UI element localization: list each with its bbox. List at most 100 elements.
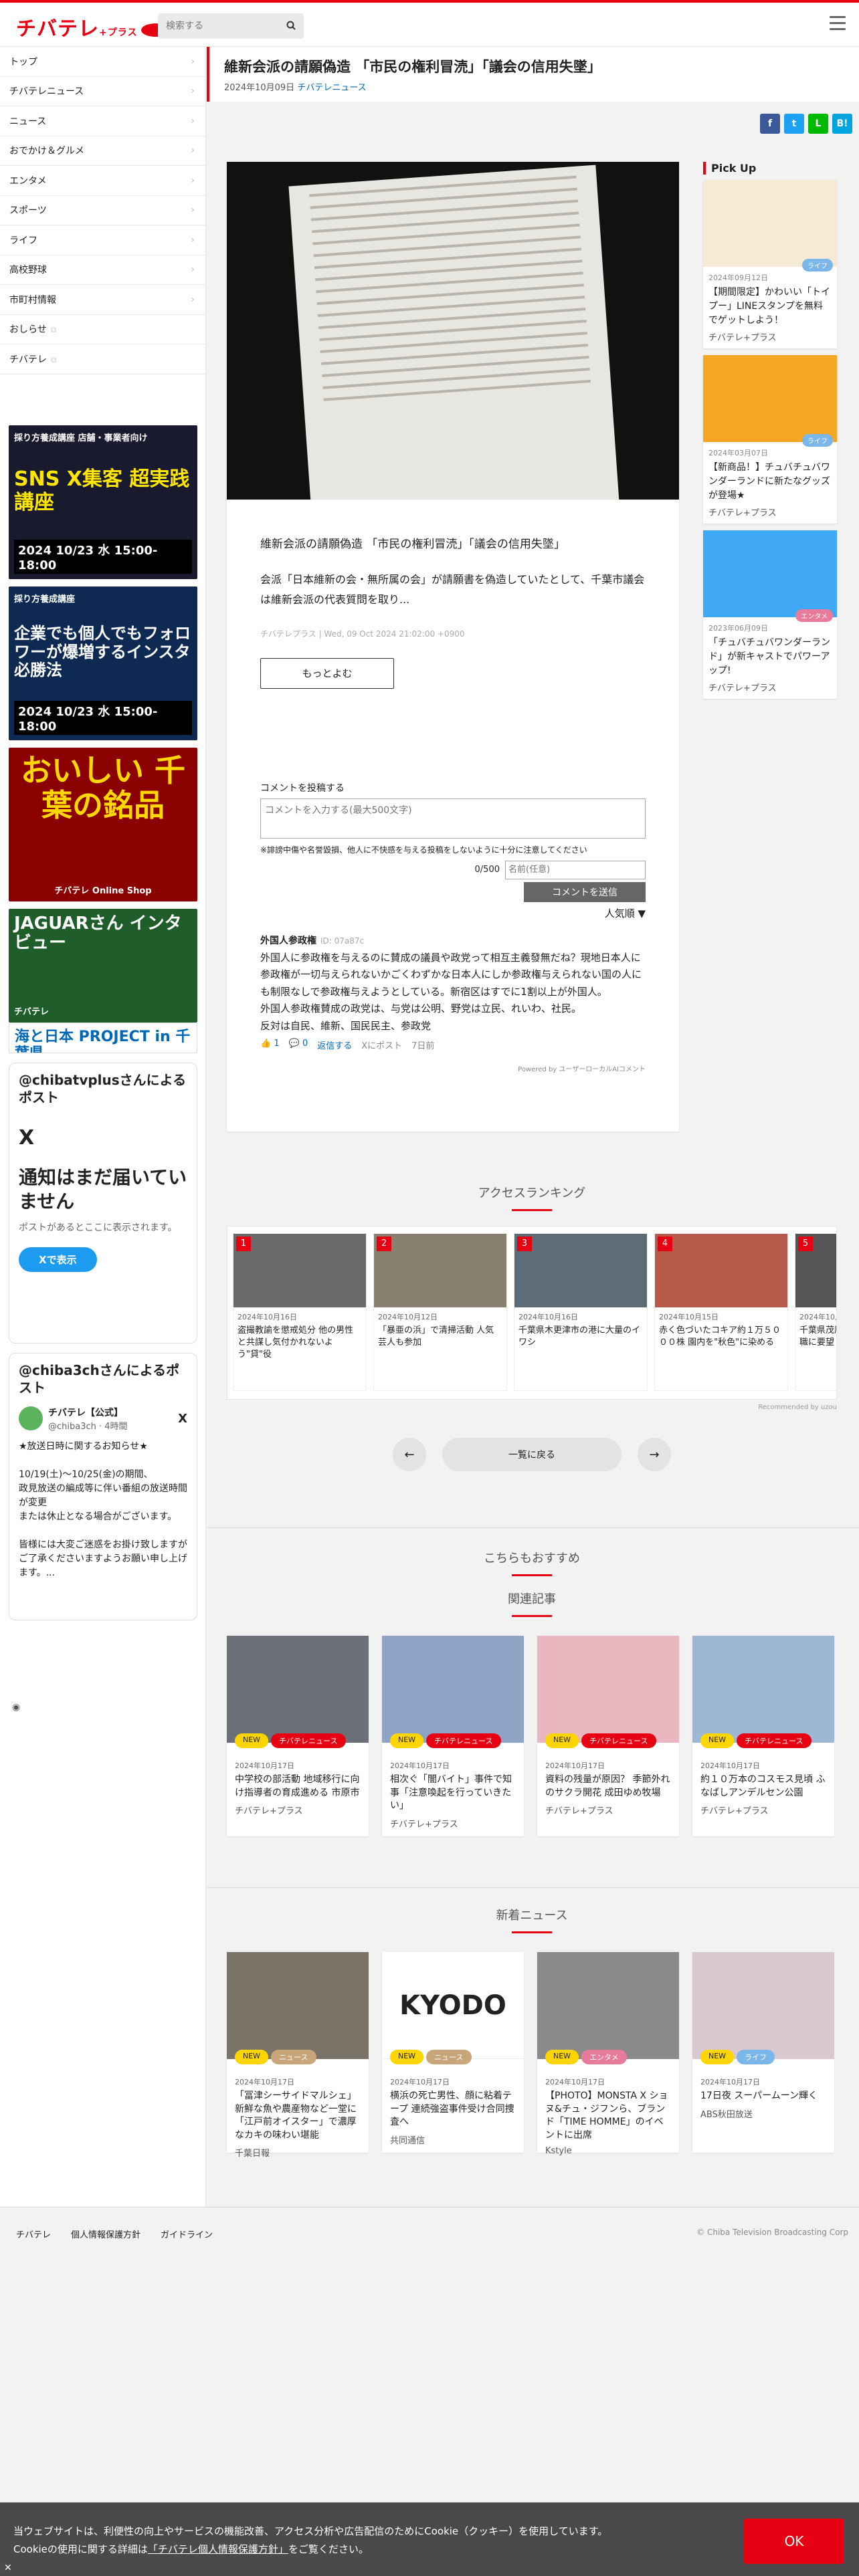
comment-input[interactable] (260, 798, 646, 839)
article-body-title: 維新会派の請願偽造 「市民の権利冒涜」「議会の信用失墜」 (260, 538, 565, 551)
sidebar-item-news[interactable]: ニュース › (0, 106, 205, 136)
read-more-button[interactable]: もっとよむ (260, 657, 394, 689)
banner-sns-x[interactable]: 採り方養成講座 店舗・事業者向け SNS X集客 超実践講座 2024 10/2… (9, 425, 197, 579)
reply-button[interactable]: 返信する (317, 1039, 352, 1051)
category-badge: エンタメ (795, 609, 833, 622)
name-input[interactable] (505, 860, 646, 879)
related-card[interactable]: NEW チバテレニュース 2024年10月17日 相次ぐ「闇バイト」事件で知事「注意喚… (382, 1636, 524, 1836)
prev-article-button[interactable]: ← (393, 1438, 426, 1471)
footer-link-guideline[interactable]: ガイドライン (161, 2228, 213, 2240)
sidebar-item-life[interactable]: ライフ › (0, 225, 205, 255)
ranking-item[interactable]: 4 2024年10月15日 赤く色づいたコキア約１万５０００株 園内を"秋色"に染め… (654, 1233, 788, 1391)
next-article-button[interactable]: → (638, 1438, 671, 1471)
search-icon[interactable] (286, 21, 296, 30)
banner-online-shop[interactable]: おいしい 千葉の銘品 チバテレ Online Shop (9, 747, 197, 901)
good-button[interactable]: 👍 1 (260, 1039, 280, 1051)
pickup-item[interactable]: ライフ 2024年09月12日 【期間限定】かわいい「トイプー」LINEスタンプ… (703, 180, 837, 348)
comment-time: 7日前 (411, 1041, 435, 1052)
reply-count[interactable]: 💬 0 (289, 1039, 308, 1051)
search-box (158, 13, 304, 39)
chevron-right-icon: › (191, 294, 195, 305)
sidebar-nav: トップ › チバテレニュース › ニュース › おでかけ＆グルメ › エンタメ › スポー… (0, 47, 205, 374)
article-photo[interactable] (227, 162, 679, 500)
latest-title: 新着ニュース (227, 1906, 837, 1933)
privacy-policy-link[interactable]: 「チバテレ個人情報保護方針」 (148, 2543, 288, 2555)
source-link[interactable]: チバテレニュース (297, 83, 366, 93)
recommend-title: こちらもおすすめ (227, 1549, 837, 1576)
cookie-ok-button[interactable]: OK (744, 2518, 844, 2564)
search-input[interactable] (158, 13, 278, 39)
sidebar-item-entame[interactable]: エンタメ › (0, 166, 205, 196)
rss-icon[interactable]: ◉ (12, 1702, 20, 1713)
tweet-author[interactable]: チバテレ【公式】 (48, 1406, 128, 1419)
external-link-icon: ⧉ (51, 354, 57, 364)
ranking-item[interactable]: 3 2024年10月16日 千葉県木更津市の港に大量のイワシ (514, 1233, 648, 1391)
sidebar-item-top[interactable]: トップ › (0, 47, 205, 77)
ranking-item[interactable]: 52024年10月16日千葉県茂原市長 選挙に際し一職に要望 (795, 1233, 836, 1391)
send-comment-button[interactable]: コメントを送信 (524, 881, 646, 902)
main-content: 維新会派の請願偽造 「市民の権利冒涜」「議会の信用失墜」 2024年10月09日… (207, 47, 859, 2159)
chevron-right-icon: › (191, 205, 195, 216)
related-card[interactable]: NEW チバテレニュース 2024年10月17日 約１０万本のコスモス見頃 ふなばしア… (692, 1636, 834, 1836)
chevron-right-icon: › (191, 115, 195, 126)
banner-instagram[interactable]: 採り方養成講座 企業でも個人でもフォロワーが爆増するインスタ必勝法 2024 1… (9, 586, 197, 740)
ranking-item[interactable]: 1 2024年10月16日 盗撮教諭を懲戒処分 他の男性と共謀し気付かれないよう"貸… (233, 1233, 367, 1391)
pickup-item[interactable]: ライフ 2024年03月07日 【新商品！】チュバチュバワンダーランドに新たなグ… (703, 355, 837, 524)
hatena-icon[interactable]: B! (832, 114, 852, 134)
chevron-right-icon: › (191, 234, 195, 245)
article-header: 維新会派の請願偽造 「市民の権利冒涜」「議会の信用失墜」 2024年10月09日… (207, 47, 859, 102)
latest-card[interactable]: NEW ライフ 2024年10月17日 17日夜 スーパームーン輝く ABS秋田放送 (692, 1952, 834, 2153)
tweet-text: ★放送日時に関するお知らせ★ 10/19(土)〜10/25(金)の期間、 政見放… (19, 1440, 187, 1578)
ranking-item[interactable]: 2 2024年10月12日 「暴亜の浜」で清掃活動 人気芸人も参加 (373, 1233, 507, 1391)
sidebar-item-sports[interactable]: スポーツ › (0, 196, 205, 225)
article-lead: 会派「日本維新の会・無所属の会」が請願書を偽造していたとして、千葉市議会は維新会… (260, 573, 645, 607)
facebook-icon[interactable]: f (760, 114, 780, 134)
latest-card[interactable]: NEW エンタメ 2024年10月17日 【PHOTO】MONSTA X ショヌ&チュ… (537, 1952, 679, 2156)
sidebar-item-odekake[interactable]: おでかけ＆グルメ › (0, 136, 205, 166)
line-icon[interactable]: L (808, 114, 828, 134)
comment-author: 外国人参政権 (260, 935, 316, 946)
avatar[interactable] (19, 1406, 43, 1430)
chevron-right-icon: › (191, 175, 195, 186)
related-title: 関連記事 (227, 1590, 837, 1617)
ranking-title: アクセスランキング (227, 1184, 837, 1211)
related-card[interactable]: NEW チバテレニュース 2024年10月17日 中学校の部活動 地域移行に向け指導者… (227, 1636, 369, 1836)
article-date: 2024年10月09日 (224, 83, 295, 93)
view-on-x-button[interactable]: Xで表示 (19, 1247, 97, 1273)
banner-jaguar[interactable]: JAGUARさん インタビュー チバテレ (9, 908, 197, 1023)
close-icon[interactable]: ✕ (4, 2563, 12, 2573)
chevron-right-icon: › (191, 86, 195, 97)
pickup-item[interactable]: エンタメ 2023年06月09日 「チュバチュバワンダーランド」が新キャストでパ… (703, 530, 837, 699)
sidebar-item-oshirase[interactable]: おしらせ ⧉ (0, 315, 205, 344)
tweet-handle: @chiba3ch · 4時間 (48, 1421, 128, 1432)
divider (207, 1887, 859, 1888)
x-post-button[interactable]: Xにポスト (361, 1039, 402, 1051)
back-to-list-button[interactable]: 一覧に戻る (442, 1438, 622, 1471)
site-logo[interactable]: チバテレ+プラス (16, 12, 171, 41)
sidebar-item-chibatele-news[interactable]: チバテレニュース › (0, 77, 205, 106)
powered-by[interactable]: Powered by ユーザーローカルAIコメント (260, 1063, 646, 1073)
category-badge: ライフ (802, 434, 833, 447)
banner-umi-to-nippon[interactable]: 海と日本 PROJECT in 千葉県 (9, 1022, 197, 1053)
comment-id: ID: 07a87c (320, 936, 365, 946)
menu-icon[interactable] (830, 16, 846, 32)
related-card[interactable]: NEW チバテレニュース 2024年10月17日 資料の残量が原因？ 季節外れのサクラ… (537, 1636, 679, 1836)
twitter-icon[interactable]: t (784, 114, 804, 134)
latest-card[interactable]: KYODO NEW ニュース 2024年10月17日 横浜の死亡男性、顔に粘着テープ 連… (382, 1952, 524, 2153)
comment-label: コメントを投稿する (260, 782, 345, 794)
footer-link-chibatele[interactable]: チバテレ (16, 2228, 51, 2240)
footer-link-privacy[interactable]: 個人情報保護方針 (71, 2228, 140, 2240)
copyright: © Chiba Television Broadcasting Corp (696, 2228, 848, 2237)
sidebar-item-municipal[interactable]: 市町村情報 › (0, 285, 205, 315)
x-embed-chiba3ch: @chiba3chさんによるポスト チバテレ【公式】 @chiba3ch · 4… (9, 1352, 197, 1620)
sort-select[interactable]: 人気順 ▼ (260, 906, 646, 920)
sidebar-item-koukou-yakyu[interactable]: 高校野球 › (0, 255, 205, 285)
recommended-by[interactable]: Recommended by uzou (227, 1404, 837, 1411)
access-ranking: アクセスランキング 1 2024年10月16日 盗撮教諭を懲戒処分 他の男性と共謀し… (227, 1184, 837, 1471)
x-embed-chibatvplus: @chibatvplusさんによるポスト X 通知はまだ届いていません ポストが… (9, 1062, 197, 1344)
top-bar: チバテレ+プラス (0, 0, 859, 47)
latest-card[interactable]: NEW ニュース 2024年10月17日 「冨津シーサイドマルシェ」新鮮な魚や農産物な… (227, 1952, 369, 2159)
x-logo-icon[interactable]: X (178, 1412, 187, 1426)
sidebar-item-chibatele[interactable]: チバテレ ⧉ (0, 344, 205, 374)
chevron-right-icon: › (191, 145, 195, 156)
